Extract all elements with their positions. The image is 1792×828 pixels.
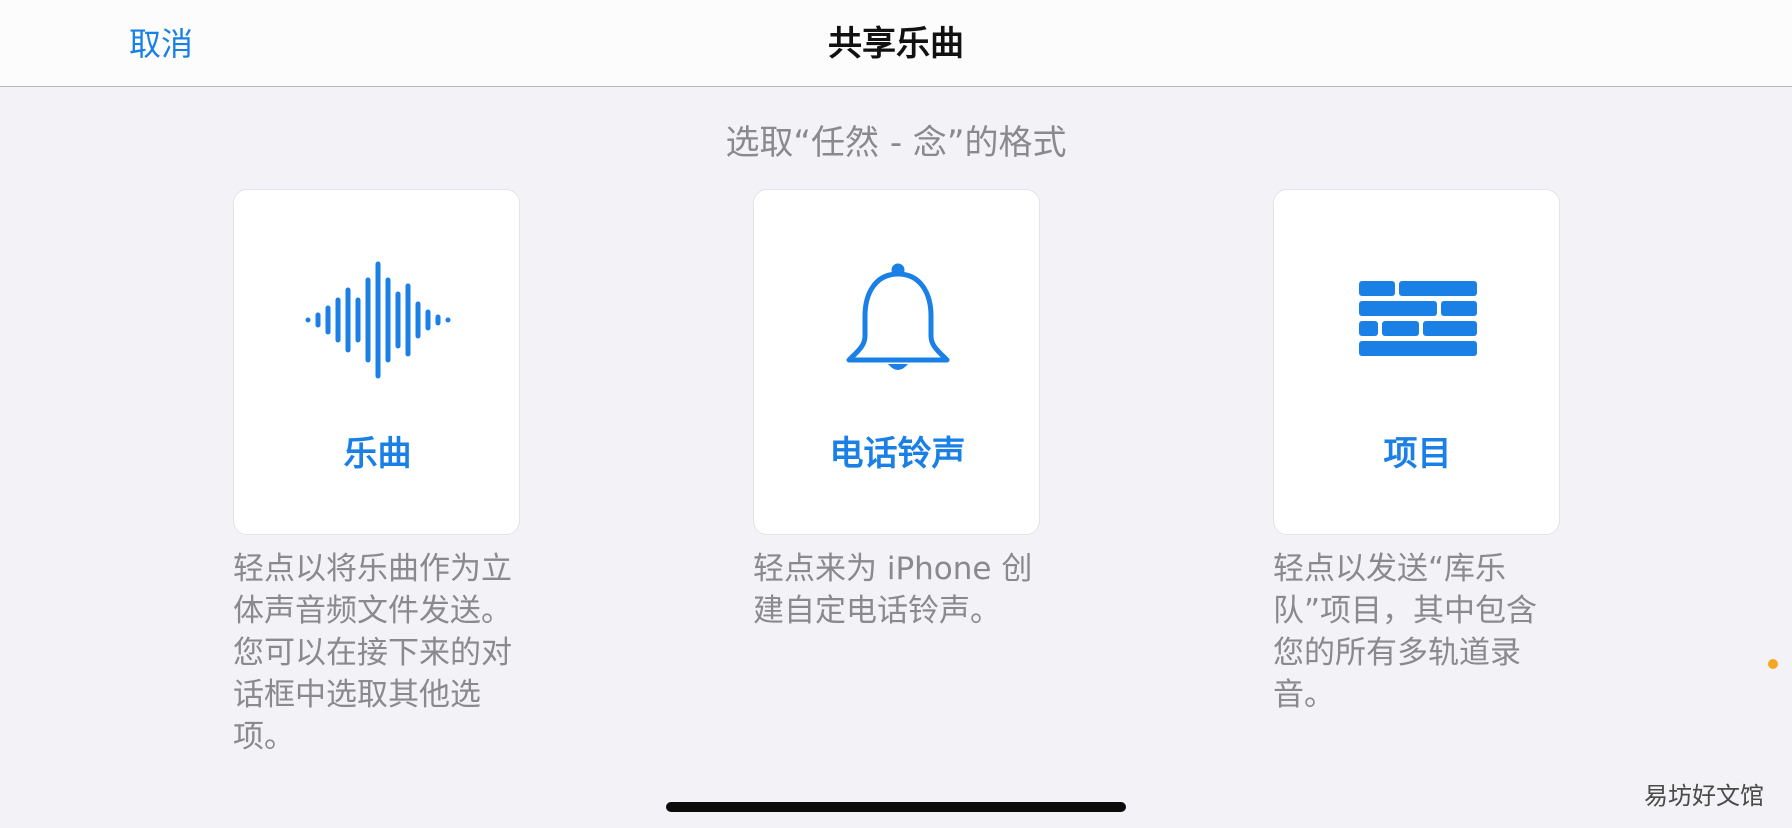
watermark: 易坊好文馆: [1644, 782, 1764, 810]
song-option-description: 轻点以将乐曲作为立体声音频文件发送。您可以在接下来的对话框中选取其他选项。: [233, 551, 512, 755]
home-indicator[interactable]: [666, 802, 1126, 812]
ringtone-option-card[interactable]: 电话铃声: [753, 189, 1040, 535]
bricks-icon: [1274, 260, 1561, 380]
bell-icon: [754, 260, 1041, 380]
ringtone-option-label: 电话铃声: [829, 434, 966, 474]
ringtone-option-description: 轻点来为 iPhone 创建自定电话铃声。: [753, 551, 1033, 629]
song-option-card[interactable]: 乐曲: [233, 189, 520, 535]
cancel-button[interactable]: 取消: [129, 22, 193, 66]
project-option-card[interactable]: 项目: [1273, 189, 1560, 535]
page-title: 共享乐曲: [828, 24, 964, 64]
song-option-label: 乐曲: [343, 434, 412, 474]
navigation-bar: 共享乐曲 取消: [0, 0, 1792, 87]
format-prompt: 选取“任然 - 念”的格式: [725, 123, 1067, 163]
project-option-label: 项目: [1383, 434, 1452, 474]
status-indicator-dot: [1768, 659, 1778, 669]
project-option-description: 轻点以发送“库乐队”项目，其中包含您的所有多轨道录音。: [1273, 551, 1538, 713]
share-song-screen: 共享乐曲 取消 选取“任然 - 念”的格式 乐曲 轻点以将乐曲作为立体声音频文件…: [0, 0, 1792, 828]
waveform-icon: [234, 260, 521, 380]
